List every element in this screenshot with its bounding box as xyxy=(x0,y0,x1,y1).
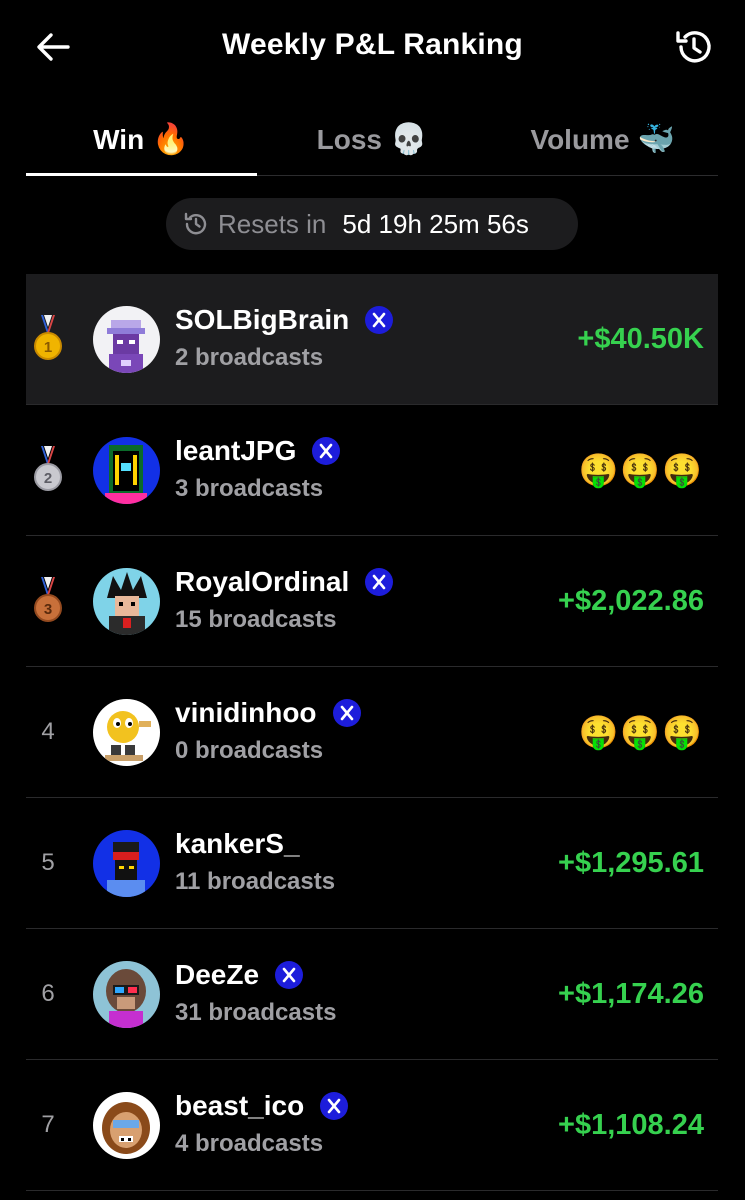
x-verified-icon xyxy=(275,961,304,989)
gold-medal-icon: 1 xyxy=(34,315,62,360)
pnl-value: +$1,295.61 xyxy=(558,846,704,879)
username[interactable]: SOLBigBrain xyxy=(175,304,349,336)
username[interactable]: kankerS_ xyxy=(175,828,300,860)
x-verified-icon xyxy=(365,306,394,334)
username[interactable]: beast_ico xyxy=(175,1090,304,1122)
username[interactable]: DeeZe xyxy=(175,959,259,991)
rank-number: 4 xyxy=(41,718,55,745)
avatar xyxy=(93,1092,160,1159)
pnl-value: +$40.50K xyxy=(577,322,704,355)
tab-win[interactable]: Win 🔥 xyxy=(26,104,257,176)
tab-label: Volume xyxy=(530,123,630,155)
reset-label: Resets in xyxy=(218,208,327,239)
leaderboard-row[interactable]: 3 RoyalOrdinal 15 broadcasts +$2,022.86 xyxy=(26,536,718,667)
leaderboard-row[interactable]: 1 SOLBigBrain 2 broadcasts +$40.50K xyxy=(26,274,718,405)
broadcast-count: 31 broadcasts xyxy=(175,999,337,1026)
pnl-value: +$1,174.26 xyxy=(558,977,704,1010)
avatar xyxy=(93,437,160,504)
top-bar: Weekly P&L Ranking xyxy=(0,0,745,95)
x-verified-icon xyxy=(312,437,341,465)
reset-timer-badge: Resets in 5d 19h 25m 56s xyxy=(166,198,578,250)
tab-loss[interactable]: Loss 💀 xyxy=(257,104,488,175)
history-button[interactable] xyxy=(669,22,719,72)
svg-text:1: 1 xyxy=(44,339,52,356)
whale-icon: 🐳 xyxy=(637,123,675,156)
broadcast-count: 15 broadcasts xyxy=(175,606,337,633)
history-icon xyxy=(676,31,711,63)
x-verified-icon xyxy=(320,1092,349,1120)
avatar xyxy=(93,830,160,897)
reset-countdown: 5d 19h 25m 56s xyxy=(342,208,529,239)
tab-volume[interactable]: Volume 🐳 xyxy=(487,104,718,175)
svg-text:2: 2 xyxy=(44,470,52,487)
broadcast-count: 11 broadcasts xyxy=(175,868,336,895)
rank-number: 7 xyxy=(41,1111,55,1138)
broadcast-count: 4 broadcasts xyxy=(175,1130,324,1157)
page-title: Weekly P&L Ranking xyxy=(222,28,523,61)
money-face-icons: 🤑🤑🤑 xyxy=(578,714,704,750)
tab-label: Loss xyxy=(316,123,382,155)
x-verified-icon xyxy=(365,568,394,596)
ranking-tabs: Win 🔥 Loss 💀 Volume 🐳 xyxy=(26,104,718,176)
broadcast-count: 2 broadcasts xyxy=(175,344,324,371)
leaderboard-row[interactable]: 2 leantJPG 3 broadcasts 🤑🤑🤑 xyxy=(26,405,718,536)
timer-reset-icon xyxy=(184,212,207,235)
avatar xyxy=(93,699,160,766)
rank-number: 6 xyxy=(41,980,55,1007)
avatar xyxy=(93,568,160,635)
rank-cell: 1 xyxy=(26,274,70,404)
rank-cell: 3 xyxy=(26,536,70,666)
bronze-medal-icon: 3 xyxy=(34,577,62,622)
rank-cell: 2 xyxy=(26,405,70,535)
username[interactable]: leantJPG xyxy=(175,435,296,467)
leaderboard-row[interactable]: 5 kankerS_ 11 broadcasts +$1,295.61 xyxy=(26,798,718,929)
rank-number: 5 xyxy=(41,849,55,876)
pnl-value: +$2,022.86 xyxy=(558,584,704,617)
broadcast-count: 0 broadcasts xyxy=(175,737,324,764)
leaderboard-row[interactable]: 4 vinidinhoo 0 broadcasts 🤑🤑🤑 xyxy=(26,667,718,798)
username[interactable]: RoyalOrdinal xyxy=(175,566,349,598)
leaderboard-row[interactable]: 7 beast_ico 4 broadcasts +$1,108.24 xyxy=(26,1060,718,1191)
leaderboard-row[interactable]: 6 DeeZe 31 broadcasts +$1,174.26 xyxy=(26,929,718,1060)
silver-medal-icon: 2 xyxy=(34,446,62,491)
pnl-value: +$1,108.24 xyxy=(558,1108,704,1141)
money-face-icons: 🤑🤑🤑 xyxy=(578,452,704,488)
broadcast-count: 3 broadcasts xyxy=(175,475,324,502)
avatar xyxy=(93,961,160,1028)
svg-text:3: 3 xyxy=(44,601,52,618)
fire-icon: 🔥 xyxy=(152,123,190,156)
username[interactable]: vinidinhoo xyxy=(175,697,317,729)
avatar xyxy=(93,306,160,373)
tab-label: Win xyxy=(93,123,145,155)
skull-icon: 💀 xyxy=(390,123,428,156)
leaderboard-list: 1 SOLBigBrain 2 broadcasts +$40.50K 2 le… xyxy=(26,274,718,1191)
x-verified-icon xyxy=(332,699,361,727)
